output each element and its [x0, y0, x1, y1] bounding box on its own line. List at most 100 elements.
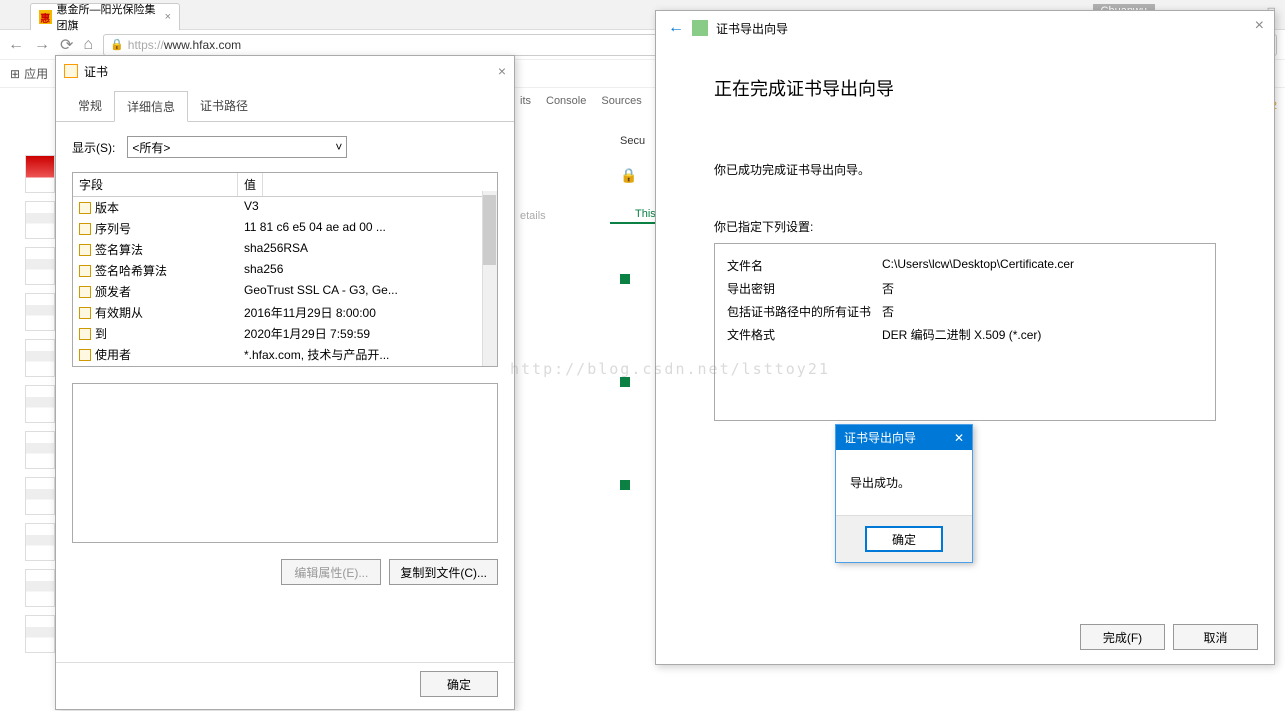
setting-key: 文件格式: [727, 326, 882, 343]
home-icon[interactable]: ⌂: [83, 36, 93, 54]
msgbox-titlebar[interactable]: 证书导出向导 ✕: [836, 425, 972, 450]
msgbox-body: 导出成功。: [836, 450, 972, 515]
wizard-buttons: 完成(F) 取消: [1080, 624, 1258, 650]
tab-favicon: 惠: [39, 10, 52, 24]
finish-button[interactable]: 完成(F): [1080, 624, 1165, 650]
msgbox-title: 证书导出向导: [844, 429, 916, 446]
dialog-titlebar[interactable]: 证书 ×: [56, 56, 514, 86]
success-messagebox: 证书导出向导 ✕ 导出成功。 确定: [835, 424, 973, 563]
apps-shortcut[interactable]: ⊞ 应用: [10, 65, 48, 82]
field-value: 11 81 c6 e5 04 ae ad 00 ...: [244, 220, 386, 237]
msgbox-ok-button[interactable]: 确定: [865, 526, 943, 552]
show-select[interactable]: <所有> ˅: [127, 136, 347, 158]
wizard-body: 正在完成证书导出向导 你已成功完成证书导出向导。 你已指定下列设置: 文件名C:…: [656, 45, 1274, 421]
page-thumb[interactable]: [25, 155, 55, 193]
devtools-tab-its[interactable]: its: [520, 95, 531, 107]
page-thumb[interactable]: [25, 385, 55, 423]
page-thumb[interactable]: [25, 477, 55, 515]
field-name: 有效期从: [95, 304, 143, 321]
tab-close-icon[interactable]: ×: [165, 11, 171, 23]
field-row[interactable]: 颁发者GeoTrust SSL CA - G3, Ge...: [73, 281, 497, 302]
security-label: Secu: [620, 135, 650, 147]
back-icon[interactable]: ←: [8, 36, 24, 54]
field-row[interactable]: 签名算法 sha256RSA: [73, 239, 497, 260]
field-row[interactable]: 签名哈希算法 sha256: [73, 260, 497, 281]
tab-general[interactable]: 常规: [66, 91, 114, 121]
devtools-tabs: its Console Sources: [520, 95, 650, 107]
settings-label: 你已指定下列设置:: [714, 218, 1216, 235]
field-name: 签名哈希算法: [95, 262, 167, 279]
field-name: 签名算法: [95, 241, 143, 258]
browser-tab[interactable]: 惠 惠金所—阳光保险集团旗 ×: [30, 3, 180, 30]
page-thumb[interactable]: [25, 569, 55, 607]
page-thumb[interactable]: [25, 339, 55, 377]
setting-row: 包括证书路径中的所有证书否: [727, 300, 1203, 323]
close-icon[interactable]: ✕: [954, 431, 964, 445]
dialog-title: 证书: [84, 63, 108, 80]
cancel-button[interactable]: 取消: [1173, 624, 1258, 650]
field-name: 到: [95, 325, 107, 342]
field-value: sha256RSA: [244, 241, 308, 258]
field-row[interactable]: 序列号11 81 c6 e5 04 ae ad 00 ...: [73, 218, 497, 239]
cert-status-icon: [620, 274, 630, 284]
security-overview-col: Secu 🔒: [620, 135, 650, 493]
field-value: sha256: [244, 262, 283, 279]
close-icon[interactable]: ×: [498, 63, 506, 79]
setting-value: C:\Users\lcw\Desktop\Certificate.cer: [882, 257, 1074, 274]
field-name: 颁发者: [95, 283, 131, 300]
field-value-box[interactable]: [72, 383, 498, 543]
lock-icon: 🔒: [110, 38, 124, 51]
res-status-icon: [620, 480, 630, 490]
page-thumb[interactable]: [25, 615, 55, 653]
field-row[interactable]: 公钥RSA (2048 Bits): [73, 365, 497, 367]
page-thumb[interactable]: [25, 523, 55, 561]
field-icon: [79, 223, 91, 235]
secure-underline: [610, 222, 655, 224]
setting-key: 文件名: [727, 257, 882, 274]
field-icon: [79, 307, 91, 319]
devtools-tab-sources[interactable]: Sources: [601, 95, 641, 107]
separator: [56, 662, 514, 663]
copy-to-file-button[interactable]: 复制到文件(C)...: [389, 559, 498, 585]
wizard-title: 正在完成证书导出向导: [714, 75, 1216, 101]
col-value[interactable]: 值: [238, 173, 263, 196]
field-icon: [79, 265, 91, 277]
fields-list: 字段 值 版本V3序列号11 81 c6 e5 04 ae ad 00 ...签…: [72, 172, 498, 367]
field-icon: [79, 244, 91, 256]
field-value: V3: [244, 199, 259, 216]
field-row[interactable]: 有效期从 2016年11月29日 8:00:00: [73, 302, 497, 323]
field-row[interactable]: 到2020年1月29日 7:59:59: [73, 323, 497, 344]
col-field[interactable]: 字段: [73, 173, 238, 196]
field-icon: [79, 349, 91, 361]
page-thumb[interactable]: [25, 293, 55, 331]
setting-value: 否: [882, 280, 894, 297]
field-name: 使用者: [95, 346, 131, 363]
this-page-secure: This: [635, 208, 656, 220]
forward-icon[interactable]: →: [34, 36, 50, 54]
field-icon: [79, 328, 91, 340]
ok-button[interactable]: 确定: [420, 671, 498, 697]
url-host: www.hfax.com: [164, 38, 241, 52]
fields-header: 字段 值: [73, 173, 497, 197]
setting-key: 包括证书路径中的所有证书: [727, 303, 882, 320]
tab-certpath[interactable]: 证书路径: [188, 91, 260, 121]
field-row[interactable]: 版本V3: [73, 197, 497, 218]
setting-row: 文件名C:\Users\lcw\Desktop\Certificate.cer: [727, 254, 1203, 277]
tab-details[interactable]: 详细信息: [114, 91, 188, 122]
reload-icon[interactable]: ⟳: [60, 35, 73, 55]
setting-value: 否: [882, 303, 894, 320]
view-details-text: etails: [520, 210, 546, 222]
devtools-tab-console[interactable]: Console: [546, 95, 586, 107]
field-value: 2016年11月29日 8:00:00: [244, 304, 376, 321]
show-label: 显示(S):: [72, 139, 115, 156]
page-thumb[interactable]: [25, 201, 55, 239]
page-thumb[interactable]: [25, 247, 55, 285]
wizard-success-text: 你已成功完成证书导出向导。: [714, 161, 1216, 178]
scroll-thumb[interactable]: [483, 195, 496, 265]
page-thumb[interactable]: [25, 431, 55, 469]
field-row[interactable]: 使用者*.hfax.com, 技术与产品开...: [73, 344, 497, 365]
secure-lock-icon: 🔒: [620, 167, 650, 184]
wizard-icon: [692, 20, 708, 36]
close-icon[interactable]: ×: [1255, 17, 1264, 35]
back-arrow-icon[interactable]: ←: [668, 19, 684, 37]
